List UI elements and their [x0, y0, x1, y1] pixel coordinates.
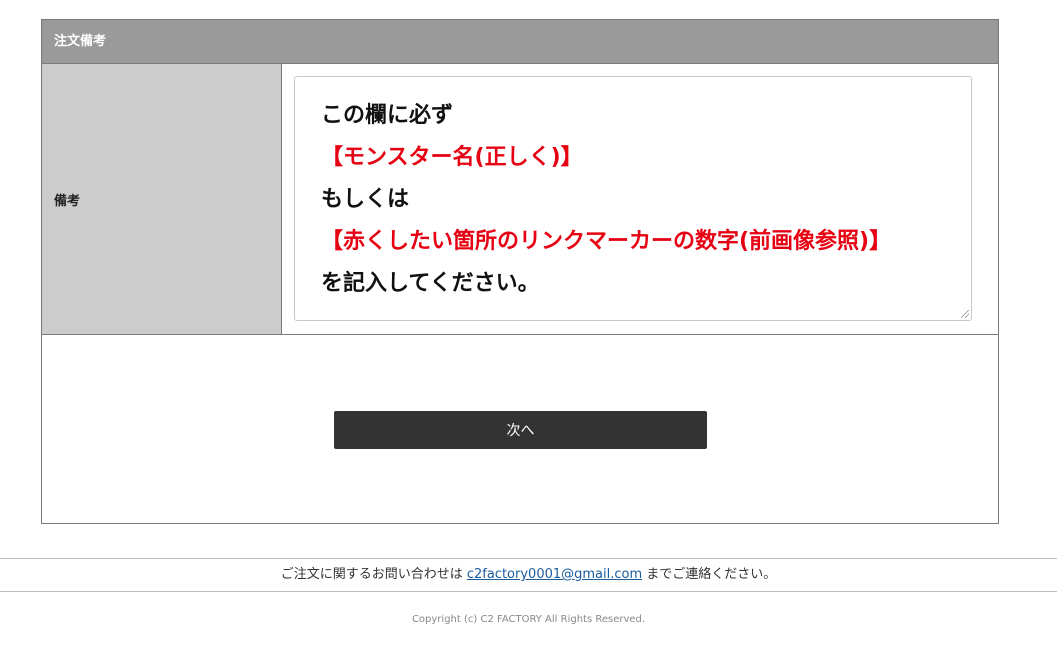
next-button[interactable]: 次へ: [334, 411, 707, 449]
note-line-2-highlight: 【モンスター名(正しく)】: [321, 145, 583, 170]
action-area: 次へ: [42, 335, 998, 523]
copyright-text: Copyright (c) C2 FACTORY All Rights Rese…: [411, 614, 646, 625]
contact-suffix-text: までご連絡ください。: [646, 567, 777, 582]
notes-row: 備考 この欄に必ず 【モンスター名(正しく)】 もしくは 【赤くしたい箇所のリン…: [42, 64, 998, 335]
notes-field-cell: この欄に必ず 【モンスター名(正しく)】 もしくは 【赤くしたい箇所のリンクマー…: [282, 64, 998, 334]
notes-row-label: 備考: [42, 64, 282, 334]
note-line-3: もしくは: [321, 187, 410, 212]
notes-textarea[interactable]: この欄に必ず 【モンスター名(正しく)】 もしくは 【赤くしたい箇所のリンクマー…: [294, 76, 972, 321]
note-line-5: を記入してください。: [321, 271, 540, 296]
contact-bar: ご注文に関するお問い合わせは c2factory0001@gmail.com ま…: [0, 558, 1057, 592]
panel-header-title: 注文備考: [42, 20, 998, 64]
resize-grip-icon[interactable]: [961, 310, 969, 318]
contact-prefix-text: ご注文に関するお問い合わせは: [280, 567, 463, 582]
note-line-4-highlight: 【赤くしたい箇所のリンクマーカーの数字(前画像参照)】: [321, 229, 892, 254]
note-line-1: この欄に必ず: [321, 103, 454, 128]
contact-email-link[interactable]: c2factory0001@gmail.com: [467, 567, 642, 582]
order-notes-panel: 注文備考 備考 この欄に必ず 【モンスター名(正しく)】 もしくは 【赤くしたい…: [41, 19, 999, 524]
